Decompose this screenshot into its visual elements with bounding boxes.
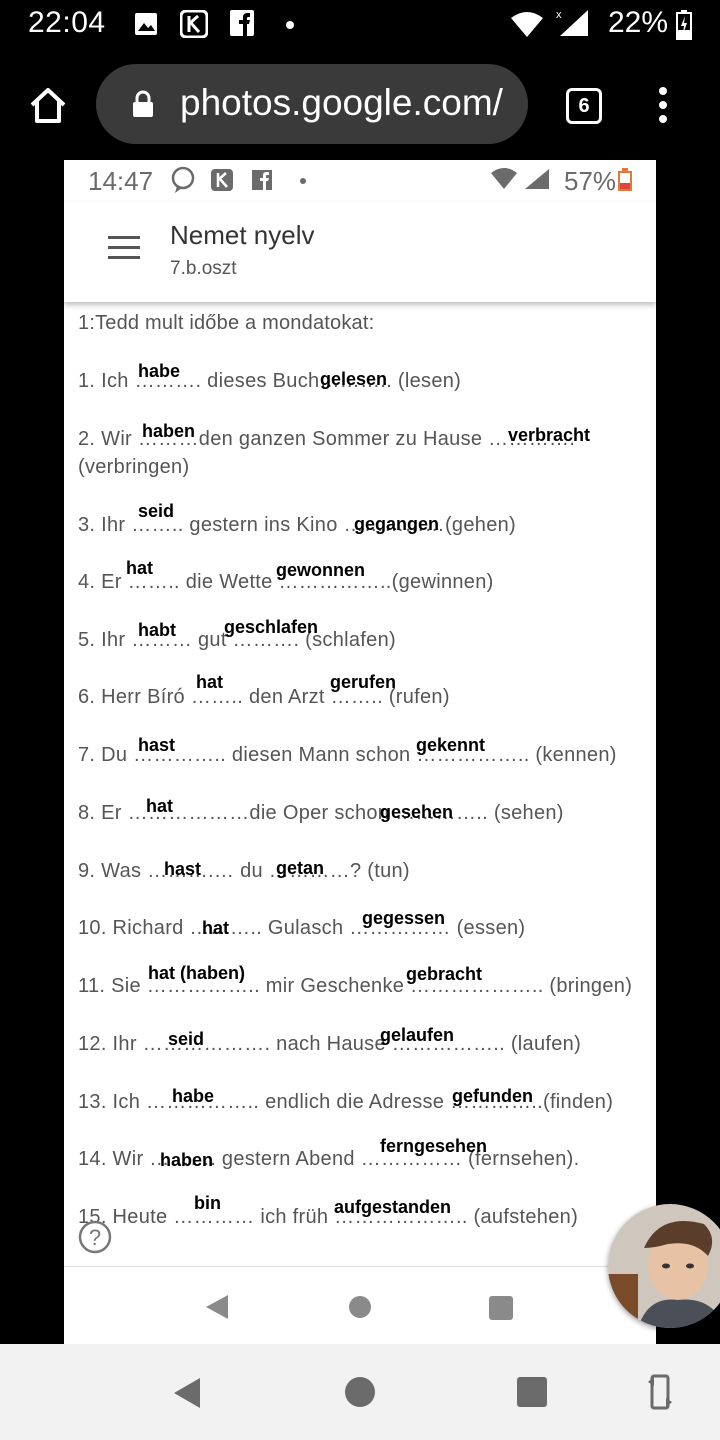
sentence-12: 12. Ihr ………………. nach Hause …………….. (lauf… [78,1033,582,1055]
k-app-notification-icon [180,10,208,38]
answer-2-aux: haben [142,421,196,441]
tab-switcher-button[interactable]: 6 [566,88,602,124]
chat-head-avatar[interactable] [608,1204,720,1328]
battery-charging-icon [676,10,692,40]
answer-7-aux: hast [138,735,176,755]
answer-5-participle: geschlafen [224,617,319,637]
answer-11-participle: gebracht [406,964,483,984]
url-text: photos.google.com/ [180,82,503,123]
sentence-9: 9. Was ……….… du …………? (tun) [78,860,410,882]
answer-4-aux: hat [126,558,153,578]
facebook-icon [252,170,272,190]
answer-1-aux: habe [138,361,181,381]
menu-icon [108,236,140,259]
answer-9-participle: getan [276,858,325,878]
photo-home-icon [349,1296,371,1318]
exercise-content: 1:Tedd mult időbe a mondatokat: 1. Ich …… [64,302,656,1262]
answer-12-participle: gelaufen [380,1025,455,1045]
sentence-14: 14. Wir ………. gestern Abend …………… (fernse… [78,1148,580,1170]
photo-status-time: 14:47 [88,166,154,196]
k-app-icon [211,169,233,191]
answer-2-participle: verbracht [508,425,591,445]
answer-8-aux: hat [146,796,173,816]
exercise-instruction: 1:Tedd mult időbe a mondatokat: [78,312,375,334]
sentence-1: 1. Ich ………. dieses Buch……….. (lesen) [78,370,462,392]
answer-15-aux: bin [194,1193,221,1213]
answer-14-aux: haben [160,1150,214,1170]
avatar-image [608,1204,720,1328]
answer-12-aux: seid [168,1029,205,1049]
notification-dot-icon [286,21,294,29]
browser-toolbar: photos.google.com/ 6 [0,52,720,160]
answer-9-aux: hast [164,859,202,879]
answer-10-aux: hat [202,918,229,938]
answer-8-participle: gesehen [380,802,454,822]
answer-5-aux: habt [138,620,176,640]
photo-recents-icon [489,1296,513,1320]
photo-battery-icon [618,168,632,191]
photo-back-icon [206,1295,228,1319]
wifi-icon [511,12,543,37]
svg-text:x: x [556,9,562,21]
photo-status-bar: 14:47 57% [64,160,656,202]
outer-status-bar: 22:04 x 22% [0,0,720,52]
home-nav-icon[interactable] [344,1376,376,1408]
answer-14-participle: ferngesehen [380,1136,488,1156]
answer-15-participle: aufgestanden [334,1197,452,1217]
tab-count: 6 [578,95,590,117]
photo-signal-icon [525,169,549,189]
answer-6-participle: gerufen [330,672,397,692]
photo-subtitle: 7.b.oszt [170,258,237,279]
sentence-10: 10. Richard ……….. Gulasch …………… (essen) [78,917,526,939]
cell-signal-icon: x [556,9,588,36]
svg-text:?: ? [89,1225,101,1250]
address-bar[interactable]: photos.google.com/ [96,64,528,144]
help-icon: ? [78,1220,112,1254]
photo-title: Nemet nyelv [170,220,315,250]
answer-4-participle: gewonnen [276,560,365,580]
answer-11-aux: hat (haben) [148,963,245,983]
photo-app-header: Nemet nyelv 7.b.oszt [64,202,656,302]
photo-nav-bar [64,1266,656,1344]
facebook-notification-icon [230,10,254,36]
answer-10-participle: gegessen [362,908,446,928]
dot-icon [300,178,306,184]
answer-13-participle: gefunden [452,1086,533,1106]
back-icon[interactable] [172,1376,202,1410]
answer-3-aux: seid [138,501,175,521]
recents-icon[interactable] [516,1376,548,1408]
photo-wifi-icon [491,168,517,189]
viber-icon [171,166,195,193]
photo-image: 14:47 57% Nemet nyelv 7.b.oszt 1:Tedd mu… [64,160,656,1344]
answer-7-participle: gekennt [416,735,486,755]
answer-1-participle: gelesen [320,369,388,389]
answer-13-aux: habe [172,1086,215,1106]
status-time: 22:04 [28,6,106,39]
home-icon[interactable] [28,86,68,124]
answer-3-participle: gegangen [354,514,440,534]
answer-6-aux: hat [196,672,223,692]
sentence-15: 15. Heute ………… ich früh ……………….. (aufste… [78,1206,579,1228]
photo-battery: 57% [564,166,617,196]
image-notification-icon [135,13,157,35]
sentence-2-continued: (verbringen) [78,456,190,478]
battery-percent: 22% [608,6,669,39]
system-nav-bar [0,1344,720,1440]
more-options-icon[interactable] [656,86,670,126]
lock-icon [133,90,153,117]
rotate-screen-icon[interactable] [646,1372,674,1412]
